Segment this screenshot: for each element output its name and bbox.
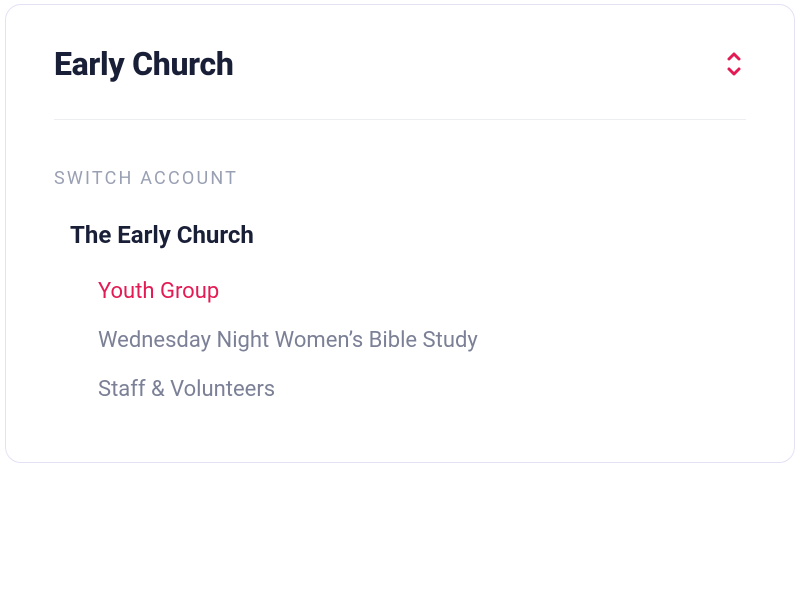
current-account-title: Early Church [54,45,234,83]
card-header: Early Church [6,5,794,119]
section-label: Switch Account [6,120,794,221]
account-item-sub[interactable]: Staff & Volunteers [70,365,746,414]
expand-collapse-icon[interactable] [722,50,746,78]
account-list: The Early Church Youth Group Wednesday N… [6,221,794,462]
account-switcher-card: Early Church Switch Account The Early Ch… [5,4,795,463]
account-item-sub[interactable]: Wednesday Night Women’s Bible Study [70,316,746,365]
account-item-primary[interactable]: The Early Church [70,221,746,267]
account-item-sub[interactable]: Youth Group [70,267,746,316]
